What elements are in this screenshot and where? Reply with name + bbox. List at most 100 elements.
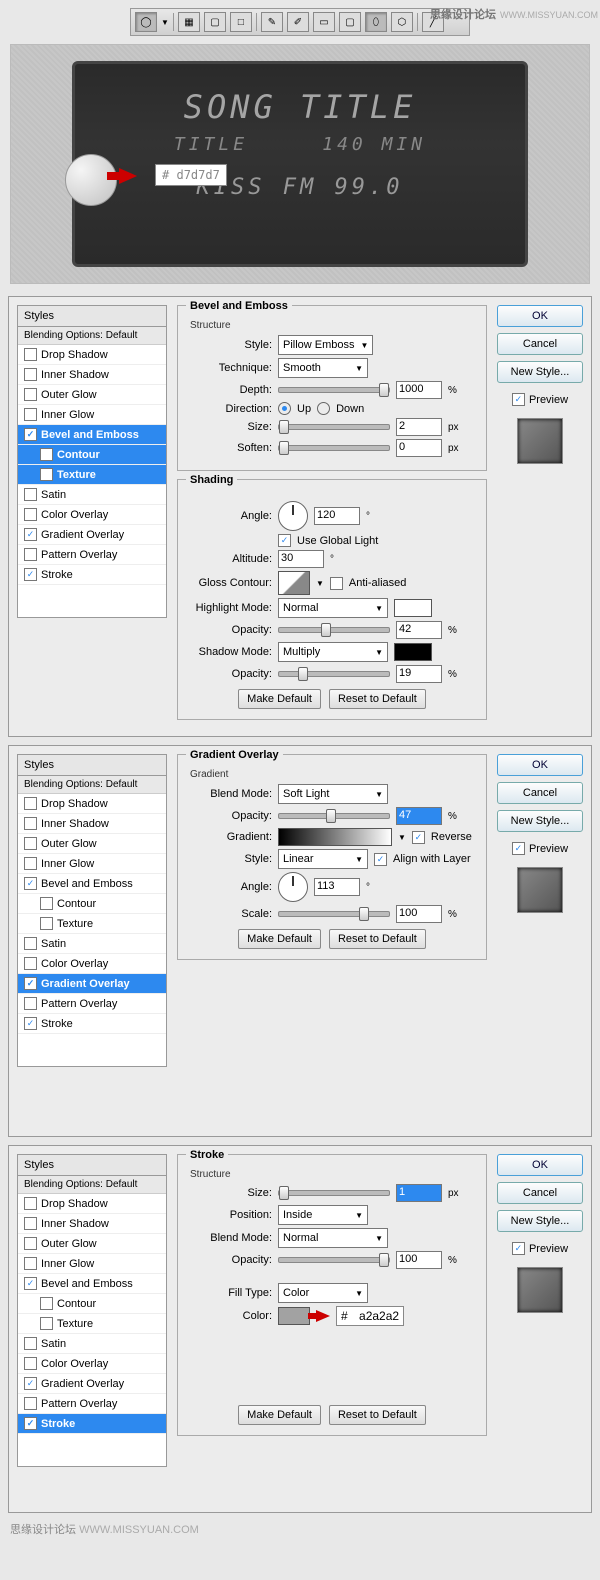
opacity-input[interactable]: 47 xyxy=(396,807,442,825)
blend-mode-select[interactable]: Soft Light▼ xyxy=(278,784,388,804)
new-style-button[interactable]: New Style... xyxy=(497,810,583,832)
ellipse-tool-icon[interactable]: ◯ xyxy=(135,12,157,32)
shadow-mode-select[interactable]: Multiply▼ xyxy=(278,642,388,662)
shadow-opacity-slider[interactable] xyxy=(278,671,390,677)
paths-icon[interactable]: ▢ xyxy=(204,12,226,32)
styles-header[interactable]: Styles xyxy=(17,305,167,327)
effect-bevel-emboss[interactable]: Bevel and Emboss xyxy=(18,1274,166,1294)
effect-stroke[interactable]: Stroke xyxy=(18,565,166,585)
soften-slider[interactable] xyxy=(278,445,390,451)
rectangle-icon[interactable]: ▭ xyxy=(313,12,335,32)
position-select[interactable]: Inside▼ xyxy=(278,1205,368,1225)
checkbox[interactable] xyxy=(24,997,37,1010)
checkbox[interactable] xyxy=(24,508,37,521)
effect-pattern-overlay[interactable]: Pattern Overlay xyxy=(18,545,166,565)
checkbox[interactable] xyxy=(24,837,37,850)
highlight-color-swatch[interactable] xyxy=(394,599,432,617)
highlight-opacity-input[interactable]: 42 xyxy=(396,621,442,639)
freeform-pen-icon[interactable]: ✐ xyxy=(287,12,309,32)
checkbox[interactable] xyxy=(24,1397,37,1410)
effect-bevel-emboss[interactable]: Bevel and Emboss xyxy=(18,874,166,894)
checkbox[interactable] xyxy=(24,977,37,990)
opacity-input[interactable]: 100 xyxy=(396,1251,442,1269)
effect-satin[interactable]: Satin xyxy=(18,1334,166,1354)
scale-input[interactable]: 100 xyxy=(396,905,442,923)
new-style-button[interactable]: New Style... xyxy=(497,361,583,383)
angle-input[interactable]: 113 xyxy=(314,878,360,896)
scale-slider[interactable] xyxy=(278,911,390,917)
checkbox[interactable] xyxy=(40,1317,53,1330)
reset-default-button[interactable]: Reset to Default xyxy=(329,929,426,949)
checkbox[interactable] xyxy=(24,348,37,361)
antialiased-checkbox[interactable] xyxy=(330,577,343,590)
checkbox[interactable] xyxy=(24,1417,37,1430)
shadow-opacity-input[interactable]: 19 xyxy=(396,665,442,683)
checkbox[interactable] xyxy=(40,897,53,910)
preview-checkbox[interactable] xyxy=(512,842,525,855)
cancel-button[interactable]: Cancel xyxy=(497,1182,583,1204)
style-select[interactable]: Pillow Emboss▼ xyxy=(278,335,373,355)
gloss-contour-picker[interactable] xyxy=(278,571,310,595)
checkbox[interactable] xyxy=(24,1017,37,1030)
effect-outer-glow[interactable]: Outer Glow xyxy=(18,1234,166,1254)
checkbox[interactable] xyxy=(24,568,37,581)
reset-default-button[interactable]: Reset to Default xyxy=(329,1405,426,1425)
highlight-mode-select[interactable]: Normal▼ xyxy=(278,598,388,618)
altitude-input[interactable]: 30 xyxy=(278,550,324,568)
effect-color-overlay[interactable]: Color Overlay xyxy=(18,954,166,974)
shape-layers-icon[interactable]: ▦ xyxy=(178,12,200,32)
effect-outer-glow[interactable]: Outer Glow xyxy=(18,834,166,854)
shadow-color-swatch[interactable] xyxy=(394,643,432,661)
checkbox[interactable] xyxy=(24,1217,37,1230)
size-input[interactable]: 1 xyxy=(396,1184,442,1202)
reset-default-button[interactable]: Reset to Default xyxy=(329,689,426,709)
checkbox[interactable] xyxy=(40,468,53,481)
checkbox[interactable] xyxy=(24,1197,37,1210)
preview-checkbox[interactable] xyxy=(512,1242,525,1255)
effect-contour[interactable]: Contour xyxy=(18,445,166,465)
blending-options-row[interactable]: Blending Options: Default xyxy=(18,1176,166,1194)
checkbox[interactable] xyxy=(24,1257,37,1270)
effect-texture[interactable]: Texture xyxy=(18,465,166,485)
cancel-button[interactable]: Cancel xyxy=(497,782,583,804)
fill-type-select[interactable]: Color▼ xyxy=(278,1283,368,1303)
effect-drop-shadow[interactable]: Drop Shadow xyxy=(18,1194,166,1214)
preview-checkbox[interactable] xyxy=(512,393,525,406)
stroke-color-swatch[interactable] xyxy=(278,1307,310,1325)
checkbox[interactable] xyxy=(24,857,37,870)
pen-icon[interactable]: ✎ xyxy=(261,12,283,32)
new-style-button[interactable]: New Style... xyxy=(497,1210,583,1232)
effect-drop-shadow[interactable]: Drop Shadow xyxy=(18,794,166,814)
effect-pattern-overlay[interactable]: Pattern Overlay xyxy=(18,1394,166,1414)
checkbox[interactable] xyxy=(24,817,37,830)
effect-color-overlay[interactable]: Color Overlay xyxy=(18,505,166,525)
checkbox[interactable] xyxy=(24,1237,37,1250)
effect-gradient-overlay[interactable]: Gradient Overlay xyxy=(18,525,166,545)
fill-pixels-icon[interactable]: □ xyxy=(230,12,252,32)
effect-contour[interactable]: Contour xyxy=(18,1294,166,1314)
highlight-opacity-slider[interactable] xyxy=(278,627,390,633)
global-light-checkbox[interactable] xyxy=(278,534,291,547)
effect-stroke[interactable]: Stroke xyxy=(18,1014,166,1034)
direction-up-radio[interactable] xyxy=(278,402,291,415)
effect-texture[interactable]: Texture xyxy=(18,1314,166,1334)
checkbox[interactable] xyxy=(24,548,37,561)
effect-inner-glow[interactable]: Inner Glow xyxy=(18,1254,166,1274)
size-input[interactable]: 2 xyxy=(396,418,442,436)
effect-satin[interactable]: Satin xyxy=(18,934,166,954)
checkbox[interactable] xyxy=(24,877,37,890)
checkbox[interactable] xyxy=(40,1297,53,1310)
effect-inner-shadow[interactable]: Inner Shadow xyxy=(18,814,166,834)
gradient-picker[interactable] xyxy=(278,828,392,846)
checkbox[interactable] xyxy=(24,428,37,441)
opacity-slider[interactable] xyxy=(278,813,390,819)
checkbox[interactable] xyxy=(24,388,37,401)
make-default-button[interactable]: Make Default xyxy=(238,689,321,709)
depth-slider[interactable] xyxy=(278,387,390,393)
size-slider[interactable] xyxy=(278,424,390,430)
checkbox[interactable] xyxy=(24,1337,37,1350)
make-default-button[interactable]: Make Default xyxy=(238,1405,321,1425)
effect-bevel-emboss[interactable]: Bevel and Emboss xyxy=(18,425,166,445)
blending-options-row[interactable]: Blending Options: Default xyxy=(18,776,166,794)
direction-down-radio[interactable] xyxy=(317,402,330,415)
